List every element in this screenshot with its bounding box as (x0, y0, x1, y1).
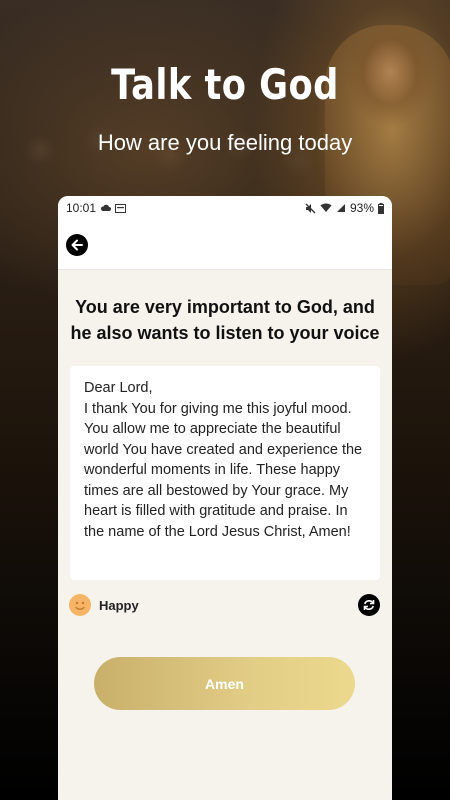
phone-screen: 10:01 93% You are very important to God,… (58, 196, 392, 800)
battery-percent: 93% (349, 201, 374, 215)
smiley-face-icon (69, 594, 91, 616)
prayer-card: Dear Lord, I thank You for giving me thi… (70, 366, 380, 580)
hero-subtitle: How are you feeling today (97, 130, 353, 155)
mute-icon (305, 203, 316, 213)
battery-icon (378, 202, 384, 214)
arrow-left-icon (71, 239, 83, 250)
refresh-icon (363, 600, 375, 610)
back-button[interactable] (66, 233, 88, 256)
status-time: 10:01 (66, 201, 97, 215)
prayer-text: Dear Lord, I thank You for giving me thi… (84, 380, 363, 540)
page-headline: You are very important to God, and he al… (70, 297, 380, 343)
signal-icon (336, 204, 345, 212)
mood-label: Happy (99, 597, 139, 613)
amen-button[interactable]: Amen (94, 657, 355, 710)
cast-icon (115, 203, 127, 213)
wifi-icon (320, 203, 332, 212)
cloud-icon (100, 204, 112, 211)
mood-row: Happy (58, 594, 392, 616)
hero-title: Talk to God (111, 60, 339, 109)
status-bar: 10:01 93% (58, 196, 392, 220)
app-header (58, 220, 392, 270)
refresh-button[interactable] (358, 594, 380, 616)
